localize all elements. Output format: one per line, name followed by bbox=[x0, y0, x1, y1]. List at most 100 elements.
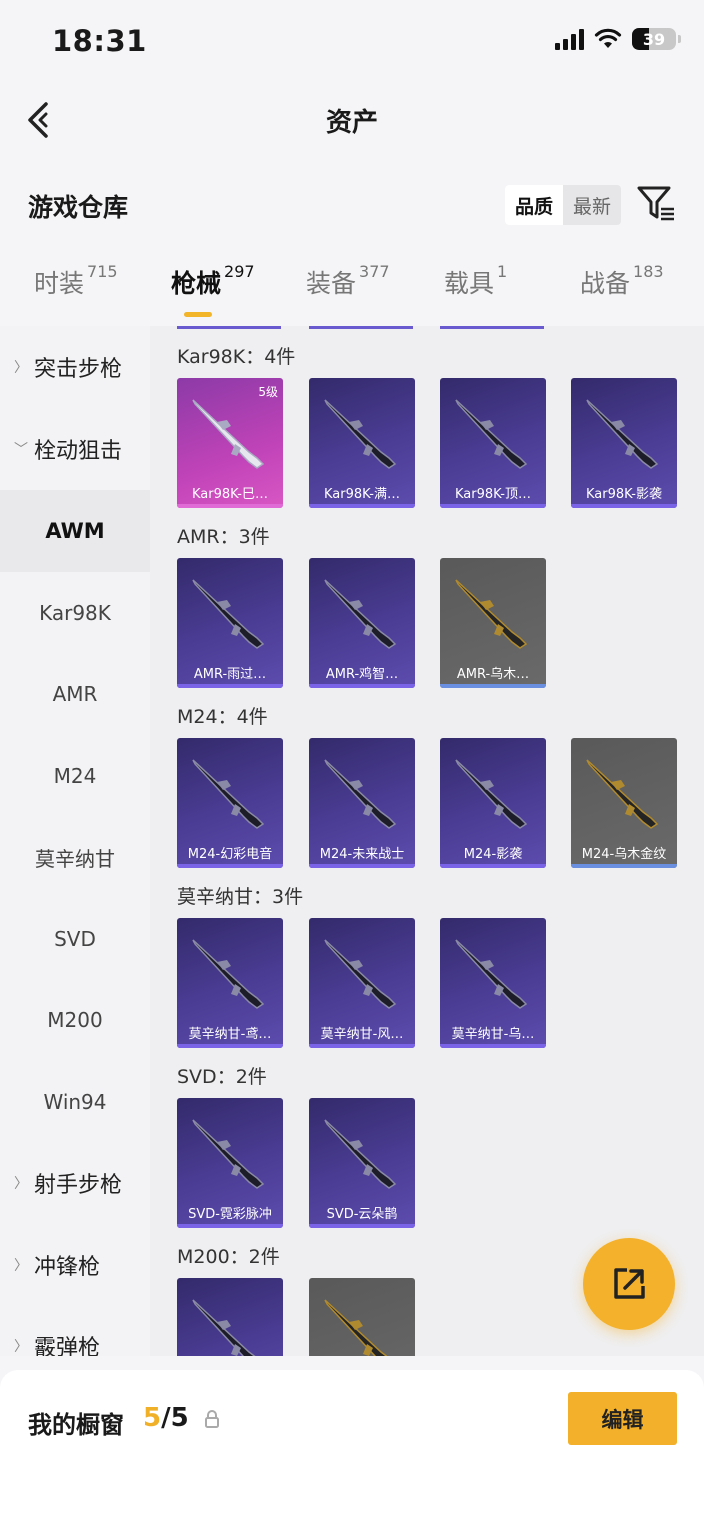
tab-equipment[interactable]: 装备 377 bbox=[306, 262, 390, 300]
weapon-skin-card[interactable]: M24-未来战士 bbox=[309, 738, 415, 868]
sidebar-item-bolt-action-snipers[interactable]: ﹀ 栓动狙击 bbox=[0, 408, 150, 490]
signal-icon bbox=[555, 28, 584, 50]
category-tabs: 时装 715 枪械 297 装备 377 载具 1 战备 183 bbox=[0, 262, 704, 324]
sidebar-item-m200[interactable]: M200 bbox=[0, 979, 150, 1061]
group-title: AMR：3件 bbox=[177, 526, 270, 548]
weapon-skin-card[interactable]: 莫辛纳甘-鸢… bbox=[177, 918, 283, 1048]
rifle-icon bbox=[192, 1119, 265, 1189]
sidebar-item-assault-rifles[interactable]: 〉 突击步枪 bbox=[0, 326, 150, 408]
rifle-icon bbox=[586, 759, 659, 829]
sort-newest-button[interactable]: 最新 bbox=[563, 185, 621, 225]
weapon-skin-card[interactable]: Kar98K-影袭 bbox=[571, 378, 677, 508]
chevron-right-icon: 〉 bbox=[14, 1176, 28, 1192]
weapon-skin-card[interactable]: 5级 Kar98K-巳… bbox=[177, 378, 283, 508]
rifle-icon bbox=[455, 399, 528, 469]
chevron-right-icon: 〉 bbox=[14, 1339, 28, 1355]
showcase-label: 我的橱窗 bbox=[28, 1411, 124, 1439]
rifle-icon bbox=[586, 399, 659, 469]
share-button[interactable] bbox=[583, 1238, 675, 1330]
weapon-skin-name: AMR-乌木… bbox=[456, 667, 530, 682]
weapon-category-sidebar: 〉 突击步枪 ﹀ 栓动狙击 AWM Kar98K AMR M24 莫辛纳甘 SV… bbox=[0, 326, 150, 1356]
tab-vehicles[interactable]: 载具 1 bbox=[444, 262, 507, 300]
chevron-right-icon: 〉 bbox=[14, 360, 28, 376]
weapon-skin-grid: Kar98K：4件 5级 Kar98K-巳… Kar98K-满… Kar98K-顶… Ka… bbox=[150, 326, 704, 1356]
sidebar-item-awm[interactable]: AWM bbox=[0, 490, 150, 572]
rifle-icon bbox=[192, 579, 265, 649]
rifle-icon bbox=[324, 759, 397, 829]
weapon-skin-name: SVD-霓彩脉冲 bbox=[188, 1207, 272, 1222]
weapon-skin-card[interactable]: AMR-雨过… bbox=[177, 558, 283, 688]
filter-icon[interactable] bbox=[636, 184, 676, 224]
weapon-skin-card[interactable]: Kar98K-满… bbox=[309, 378, 415, 508]
chevron-right-icon: 〉 bbox=[14, 1258, 28, 1274]
weapon-skin-card[interactable]: M24-乌木金纹 bbox=[571, 738, 677, 868]
sidebar-item-win94[interactable]: Win94 bbox=[0, 1061, 150, 1143]
showcase-bar: 我的橱窗 5/5 编辑 bbox=[0, 1370, 704, 1523]
battery-level: 39 bbox=[642, 29, 666, 49]
page-title: 资产 bbox=[325, 108, 378, 138]
weapon-skin-card[interactable]: SVD-霓彩脉冲 bbox=[177, 1098, 283, 1228]
sidebar-item-smgs[interactable]: 〉 冲锋枪 bbox=[0, 1224, 150, 1306]
sort-toggle: 品质 最新 bbox=[505, 185, 621, 225]
share-external-icon bbox=[614, 1268, 645, 1299]
group-title: Kar98K：4件 bbox=[177, 346, 296, 368]
weapon-skin-name: Kar98K-顶… bbox=[454, 487, 531, 502]
rifle-icon bbox=[192, 399, 265, 469]
weapon-skin-name: SVD-云朵鹊 bbox=[326, 1207, 398, 1222]
rifle-icon bbox=[455, 759, 528, 829]
weapon-skin-card[interactable]: M24-影袭 bbox=[440, 738, 546, 868]
tab-fashion[interactable]: 时装 715 bbox=[34, 262, 118, 300]
sidebar-item-marksman-rifles[interactable]: 〉 射手步枪 bbox=[0, 1142, 150, 1224]
status-icons: 39 bbox=[555, 28, 681, 50]
sidebar-item-m24[interactable]: M24 bbox=[0, 735, 150, 817]
sidebar-item-kar98k[interactable]: Kar98K bbox=[0, 572, 150, 654]
weapon-skin-card[interactable]: AMR-鸡智… bbox=[309, 558, 415, 688]
weapon-skin-card[interactable] bbox=[309, 1278, 415, 1356]
rifle-icon bbox=[324, 579, 397, 649]
weapon-skin-card[interactable]: AMR-乌木… bbox=[440, 558, 546, 688]
rifle-icon bbox=[324, 1119, 397, 1189]
weapon-skin-card[interactable]: 莫辛纳甘-乌… bbox=[440, 918, 546, 1048]
weapon-skin-name: Kar98K-满… bbox=[323, 487, 400, 502]
weapon-skin-card[interactable]: M24-幻彩电音 bbox=[177, 738, 283, 868]
wifi-icon bbox=[594, 28, 622, 48]
weapon-skin-name: Kar98K-巳… bbox=[191, 487, 268, 502]
sort-quality-button[interactable]: 品质 bbox=[505, 185, 563, 225]
group-title: SVD：2件 bbox=[177, 1066, 267, 1088]
group-title: M200：2件 bbox=[177, 1246, 280, 1268]
scrolled-card-edge bbox=[309, 326, 413, 329]
weapon-skin-name: AMR-鸡智… bbox=[325, 667, 399, 682]
weapon-skin-card[interactable]: SVD-云朵鹊 bbox=[309, 1098, 415, 1228]
rifle-icon bbox=[324, 399, 397, 469]
repository-title: 游戏仓库 bbox=[28, 193, 129, 222]
level-badge: 5级 bbox=[258, 385, 278, 399]
weapon-skin-card[interactable] bbox=[177, 1278, 283, 1356]
weapon-skin-name: M24-幻彩电音 bbox=[187, 847, 273, 862]
group-title: M24：4件 bbox=[177, 706, 268, 728]
rifle-icon bbox=[324, 1299, 388, 1356]
weapon-skin-card[interactable]: Kar98K-顶… bbox=[440, 378, 546, 508]
sidebar-item-mosin-nagant[interactable]: 莫辛纳甘 bbox=[0, 816, 150, 898]
sidebar-item-shotguns[interactable]: 〉 霰弹枪 bbox=[0, 1305, 150, 1356]
weapon-skin-name: 莫辛纳甘-乌… bbox=[451, 1027, 535, 1042]
rifle-icon bbox=[192, 759, 265, 829]
edit-button[interactable]: 编辑 bbox=[568, 1392, 677, 1445]
rifle-icon bbox=[324, 939, 397, 1009]
sidebar-item-svd[interactable]: SVD bbox=[0, 898, 150, 980]
showcase-count: 5/5 bbox=[143, 1403, 189, 1433]
scrolled-card-edge bbox=[177, 326, 281, 329]
sidebar-item-amr[interactable]: AMR bbox=[0, 653, 150, 735]
scrolled-card-edge bbox=[440, 326, 544, 329]
weapon-skin-card[interactable]: 莫辛纳甘-风… bbox=[309, 918, 415, 1048]
chevron-down-icon: ﹀ bbox=[14, 442, 28, 458]
battery-icon: 39 bbox=[632, 28, 681, 50]
weapon-skin-name: Kar98K-影袭 bbox=[585, 487, 662, 502]
tab-combat-supplies[interactable]: 战备 183 bbox=[580, 262, 664, 300]
rifle-icon bbox=[192, 939, 265, 1009]
weapon-skin-name: M24-乌木金纹 bbox=[581, 847, 667, 862]
weapon-skin-name: 莫辛纳甘-风… bbox=[320, 1027, 404, 1042]
group-title: 莫辛纳甘：3件 bbox=[177, 886, 304, 908]
tab-firearms[interactable]: 枪械 297 bbox=[171, 262, 255, 300]
weapon-skin-name: M24-影袭 bbox=[463, 847, 523, 862]
weapon-skin-name: AMR-雨过… bbox=[193, 667, 267, 682]
